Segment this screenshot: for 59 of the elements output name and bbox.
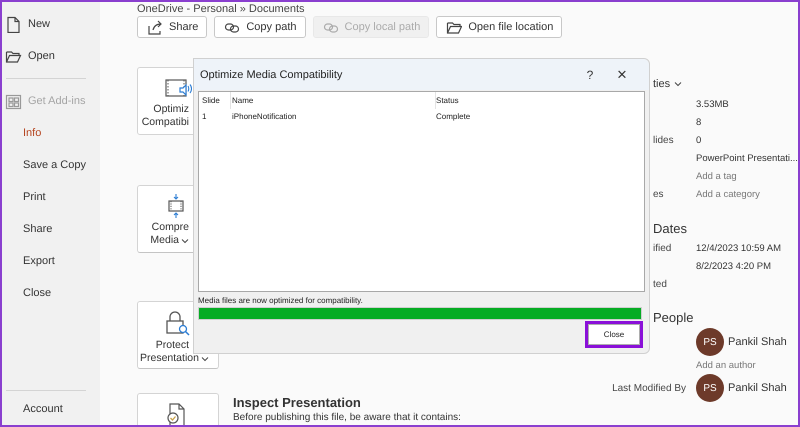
menu-item[interactable]: Export [2, 245, 100, 277]
property-value: 8 [696, 116, 702, 128]
avatar: PS [696, 374, 724, 402]
property-value: 3.53MB [696, 98, 729, 110]
table-cell-text: iPhoneNotification [231, 112, 298, 120]
avatar: PS [696, 328, 724, 356]
toolbar-button[interactable]: Open file location [436, 16, 562, 38]
column-header: Status [436, 95, 459, 107]
column-header: Slide [199, 92, 231, 109]
card-label: Presentation [140, 352, 199, 365]
menu-item[interactable]: Print [2, 181, 100, 213]
menu-item[interactable]: Save a Copy [2, 149, 100, 181]
menu-item[interactable]: Open [2, 40, 100, 72]
menu-item[interactable]: Share [2, 213, 100, 245]
chevron-icon [200, 356, 209, 362]
property-label: Last Modified By [612, 382, 686, 394]
table-cell: Complete [436, 112, 470, 120]
property-link[interactable]: Add a category [696, 188, 760, 200]
close-button[interactable]: Close [585, 321, 643, 348]
toolbar-button[interactable]: Share [137, 16, 208, 38]
section-heading: ties [653, 78, 670, 90]
card-label: Optimiz [153, 103, 189, 116]
property-value: 12/4/2023 10:59 AM [696, 242, 782, 254]
menu-item[interactable]: New [2, 8, 100, 40]
help-button[interactable]: ? [575, 62, 605, 86]
chevron-icon [674, 81, 682, 87]
toolbar-button[interactable]: Copy path [214, 16, 306, 38]
menu-item[interactable]: Account [2, 393, 100, 425]
property-label: es [653, 188, 664, 200]
card-label: Compatibi [142, 116, 189, 129]
property-value: 8/2/2023 4:20 PM [696, 260, 771, 272]
menu-item[interactable]: Close [2, 277, 100, 309]
tool-card[interactable] [137, 393, 219, 425]
property-link[interactable]: Add a tag [696, 170, 737, 182]
property-label: lides [653, 134, 674, 146]
chevron-icon [181, 238, 189, 244]
menu-item[interactable]: Info [2, 117, 100, 149]
card-label: Protect [156, 339, 189, 352]
column-header: Name [231, 92, 436, 109]
section-title: Inspect Presentation [233, 395, 362, 412]
section-description: Before publishing this file, be aware that it contains: [233, 412, 461, 424]
document-icon [5, 16, 22, 32]
person-name: Pankil Shah [728, 336, 787, 348]
property-value: 0 [696, 134, 702, 146]
grid-icon [5, 92, 22, 110]
property-value: PowerPoint Presentati... [696, 152, 798, 164]
card-label: Compre [152, 221, 189, 234]
property-label: ified [653, 242, 672, 254]
person-name: Pankil Shah [728, 382, 787, 394]
table-cell-text: 1 [201, 112, 208, 120]
property-label: ted [653, 278, 667, 290]
lock-key-icon [164, 310, 190, 336]
close-button[interactable]: × [607, 62, 637, 86]
card-label: Media [150, 234, 179, 247]
section-heading: People [653, 310, 694, 324]
section-heading: Dates [653, 220, 687, 236]
breadcrumb: OneDrive - Personal » Documents [137, 2, 306, 16]
share-icon [147, 19, 163, 35]
property-link[interactable]: Add an author [696, 360, 756, 370]
